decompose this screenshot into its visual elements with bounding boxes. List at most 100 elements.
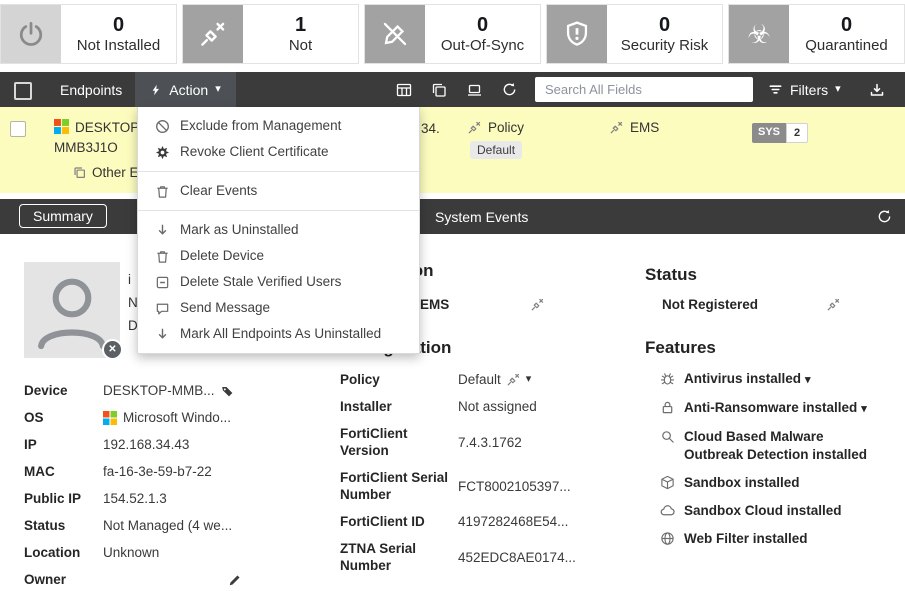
disconnected-icon (610, 121, 623, 134)
menu-item-revoke-client-certificate[interactable]: Revoke Client Certificate (138, 139, 419, 165)
field-owner: Owner (24, 571, 316, 589)
features-list: Antivirus installed▾ Anti-Ransomware ins… (660, 370, 888, 558)
status-label: Not Installed (77, 37, 160, 55)
filters-button[interactable]: Filters ▾ (768, 72, 841, 107)
tab-summary[interactable]: Summary (19, 204, 107, 228)
status-card-out-of-sync[interactable]: 0 Out-Of-Sync (364, 4, 541, 64)
policy-value-dropdown[interactable]: Default ▾ (458, 371, 588, 388)
field-ip: IP 192.168.34.43 (24, 436, 316, 454)
action-button[interactable]: Action ▾ (135, 72, 236, 107)
edit-owner-pencil-icon[interactable] (228, 573, 242, 587)
configuration-fields: Policy Default ▾ Installer Not assigned … (340, 371, 588, 584)
laptop-view-icon[interactable] (466, 82, 483, 98)
connection-ems-label: EMS (420, 297, 449, 312)
menu-divider (138, 171, 419, 172)
status-card-not-installed[interactable]: 0 Not Installed (0, 4, 177, 64)
out-of-sync-icon (365, 5, 425, 63)
status-label: Out-Of-Sync (441, 37, 524, 55)
power-icon (1, 5, 61, 63)
tag-icon (221, 385, 234, 398)
obscured-text-fragment: i (128, 272, 131, 287)
feature-cloud-malware: Cloud Based Malware Outbreak Detection i… (660, 428, 888, 464)
disconnected-icon (183, 5, 243, 63)
menu-item-exclude-from-management[interactable]: Exclude from Management (138, 113, 419, 139)
disconnected-icon (531, 298, 544, 311)
status-card-security-risk[interactable]: 0 Security Risk (546, 4, 723, 64)
clone-icon (73, 166, 86, 179)
caret-down-icon[interactable]: ▾ (861, 403, 867, 415)
endpoints-label: Endpoints (60, 72, 122, 107)
sys-badge-count: 2 (786, 123, 808, 143)
device-summary-fields: Device DESKTOP-MMB... OS Microsoft Windo… (24, 382, 316, 591)
select-all-checkbox[interactable] (14, 82, 32, 100)
disconnected-icon (507, 373, 520, 386)
endpoint-row[interactable]: DESKTOP-MMB3J1O Other Endpoints 34. Poli… (0, 107, 905, 193)
not-registered-badge-icon: ✕ (102, 339, 123, 360)
bolt-icon (150, 83, 162, 97)
web-filter-icon (660, 530, 676, 548)
field-forticlient-id: FortiClient ID 4197282468E54... (340, 513, 588, 530)
download-icon[interactable] (869, 72, 885, 107)
filters-button-label: Filters (790, 82, 828, 98)
features-section-title: Features (645, 338, 716, 358)
search-input[interactable] (535, 77, 753, 102)
refresh-icon[interactable] (877, 199, 892, 234)
row-checkbox[interactable] (10, 121, 26, 137)
feature-antivirus[interactable]: Antivirus installed▾ (660, 370, 888, 389)
table-view-icon[interactable] (396, 82, 412, 98)
action-button-label: Action (169, 82, 208, 98)
clone-view-icon[interactable] (431, 82, 447, 98)
ems-column-label: EMS (630, 120, 659, 135)
policy-badge: Default (470, 141, 522, 159)
action-dropdown-menu: Exclude from Management Revoke Client Ce… (137, 107, 420, 354)
refresh-icon[interactable] (502, 82, 517, 97)
policy-column-label: Policy (488, 120, 524, 135)
field-location: Location Unknown (24, 544, 316, 562)
sandbox-cloud-icon (660, 502, 676, 520)
caret-down-icon: ▾ (835, 84, 841, 95)
status-card-not-registered[interactable]: 1 Not (182, 4, 359, 64)
disconnected-icon (827, 298, 840, 311)
sys-badge-label: SYS (752, 123, 786, 143)
certificate-icon (154, 145, 170, 160)
field-ztna-serial: ZTNA Serial Number 452EDC8AE0174... (340, 540, 588, 574)
field-status: Status Not Managed (4 we... (24, 517, 316, 535)
arrow-down-icon (154, 223, 170, 238)
forticlient-ems-endpoint-screen: 0 Not Installed 1 Not 0 Out-Of-Sync (0, 0, 905, 591)
field-forticlient-serial: FortiClient Serial Number FCT8002105397.… (340, 469, 588, 503)
cloud-malware-icon (660, 428, 676, 464)
feature-sandbox-cloud: Sandbox Cloud installed (660, 502, 888, 520)
status-section-title: Status (645, 265, 697, 285)
feature-anti-ransomware[interactable]: Anti-Ransomware installed▾ (660, 399, 888, 418)
field-os: OS Microsoft Windo... (24, 409, 316, 427)
summary-content: ✕ i N D Device DESKTOP-MMB... OS Microso… (0, 234, 905, 591)
caret-down-icon[interactable]: ▾ (805, 374, 811, 386)
field-public-ip: Public IP 154.52.1.3 (24, 490, 316, 508)
status-card-quarantined[interactable]: ☣ 0 Quarantined (728, 4, 905, 64)
menu-item-delete-device[interactable]: Delete Device (138, 243, 419, 269)
status-cards: 0 Not Installed 1 Not 0 Out-Of-Sync (0, 4, 905, 64)
caret-down-icon: ▾ (215, 84, 221, 95)
status-value: Not Registered (662, 297, 758, 312)
endpoints-toolbar: Endpoints Action ▾ Filters ▾ (0, 72, 905, 107)
message-icon (154, 301, 170, 316)
sandbox-icon (660, 474, 676, 492)
windows-logo-icon (54, 119, 69, 134)
menu-item-send-message[interactable]: Send Message (138, 295, 419, 321)
tab-system-events[interactable]: System Events (435, 199, 528, 234)
status-count: 1 (295, 13, 306, 37)
menu-item-clear-events[interactable]: Clear Events (138, 178, 419, 204)
menu-item-mark-all-endpoints-as-uninstalled[interactable]: Mark All Endpoints As Uninstalled (138, 321, 419, 347)
antivirus-icon (660, 370, 676, 389)
field-forticlient-version: FortiClient Version 7.4.3.1762 (340, 425, 588, 459)
trash-icon (154, 249, 170, 264)
status-count: 0 (477, 13, 488, 37)
system-events-badge: SYS 2 (752, 123, 808, 143)
feature-web-filter: Web Filter installed (660, 530, 888, 548)
menu-item-mark-as-uninstalled[interactable]: Mark as Uninstalled (138, 217, 419, 243)
menu-item-delete-stale-verified-users[interactable]: Delete Stale Verified Users (138, 269, 419, 295)
endpoint-hostname[interactable]: DESKTOP-MMB3J1O (54, 118, 146, 158)
status-label: Not (289, 37, 312, 55)
status-label: Quarantined (805, 37, 888, 55)
status-label: Security Risk (621, 37, 709, 55)
